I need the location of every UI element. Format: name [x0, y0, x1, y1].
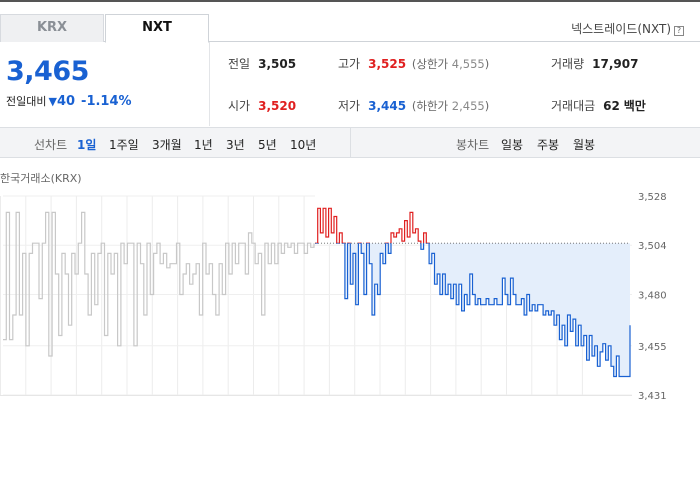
period-1y[interactable]: 1년	[194, 136, 213, 153]
stat-value: 3,520	[258, 99, 297, 113]
stat-value: 17,907	[592, 57, 639, 71]
y-tick-label: 3,504	[638, 241, 667, 252]
lower-limit-value: 2,455	[451, 99, 485, 113]
change-amount: 40	[56, 94, 76, 109]
period-5y[interactable]: 5년	[258, 136, 277, 153]
stat-prev-close: 전일 3,505	[228, 55, 296, 72]
y-tick-label: 3,528	[638, 192, 667, 203]
period-bar: 선차트 1일 1주일 3개월 1년 3년 5년 10년 봉차트 일봉 주봉 월봉	[0, 127, 700, 158]
candle-monthly[interactable]: 월봉	[573, 136, 595, 153]
candle-chart-label: 봉차트	[456, 138, 490, 152]
stat-amount: 거래대금 62 백만	[551, 97, 646, 114]
krx-price-line	[3, 211, 315, 357]
down-triangle-icon: ▼	[48, 95, 57, 108]
stat-label: 거래대금	[551, 99, 596, 113]
y-tick-label: 3,480	[638, 290, 667, 301]
question-box-icon[interactable]: ?	[674, 26, 684, 36]
tab-krx[interactable]: KRX	[0, 14, 104, 42]
upper-limit-value: 4,555	[451, 57, 485, 71]
divider	[209, 42, 210, 126]
period-divider	[350, 128, 351, 157]
period-3y[interactable]: 3년	[226, 136, 245, 153]
stat-value: 3,525	[368, 57, 407, 71]
line-chart-label: 선차트	[34, 138, 68, 152]
period-3m[interactable]: 3개월	[152, 136, 182, 153]
y-tick-label: 3,431	[638, 391, 667, 400]
price-chart[interactable]: 3,528 3,504 3,480 3,455 3,431	[0, 180, 700, 400]
lower-limit-label: 하한가	[416, 99, 449, 113]
lower-limit: (하한가 2,455)	[411, 99, 490, 113]
price-change: 전일대비 ▼40 -1.14%	[6, 93, 132, 109]
stat-label: 거래량	[551, 57, 585, 71]
stat-value: 62	[603, 99, 620, 113]
stat-unit: 백만	[623, 99, 646, 113]
upper-limit: (상한가 4,555)	[411, 57, 490, 71]
stat-low: 저가 3,445 (하한가 2,455)	[338, 97, 489, 114]
exchange-label: 넥스트레이드(NXT)?	[571, 20, 684, 37]
period-1d[interactable]: 1일	[77, 136, 96, 153]
stat-label: 시가	[228, 99, 251, 113]
candle-daily[interactable]: 일봉	[501, 136, 523, 153]
y-axis-ticks: 3,528 3,504 3,480 3,455 3,431	[638, 192, 667, 400]
stat-open: 시가 3,520	[228, 97, 296, 114]
stat-label: 고가	[338, 57, 361, 71]
top-border	[0, 0, 700, 2]
fill-mask	[315, 194, 632, 244]
stat-value: 3,445	[368, 99, 407, 113]
exchange-name: 넥스트레이드(NXT)	[571, 22, 671, 36]
tab-nxt[interactable]: NXT	[105, 14, 209, 43]
chart-bottom-border	[0, 395, 632, 396]
stat-volume: 거래량 17,907	[551, 55, 638, 72]
stat-value: 3,505	[258, 57, 297, 71]
stat-label: 저가	[338, 99, 361, 113]
stat-high: 고가 3,525 (상한가 4,555)	[338, 55, 489, 72]
period-10y[interactable]: 10년	[290, 136, 316, 153]
chart-fill	[315, 194, 632, 377]
change-percent: -1.14%	[81, 94, 132, 109]
prev-day-label: 전일대비	[6, 95, 47, 108]
candle-weekly[interactable]: 주봉	[537, 136, 559, 153]
upper-limit-label: 상한가	[416, 57, 449, 71]
current-price: 3,465	[6, 56, 89, 87]
period-1w[interactable]: 1주일	[109, 136, 139, 153]
y-tick-label: 3,455	[638, 342, 667, 353]
stat-label: 전일	[228, 57, 251, 71]
